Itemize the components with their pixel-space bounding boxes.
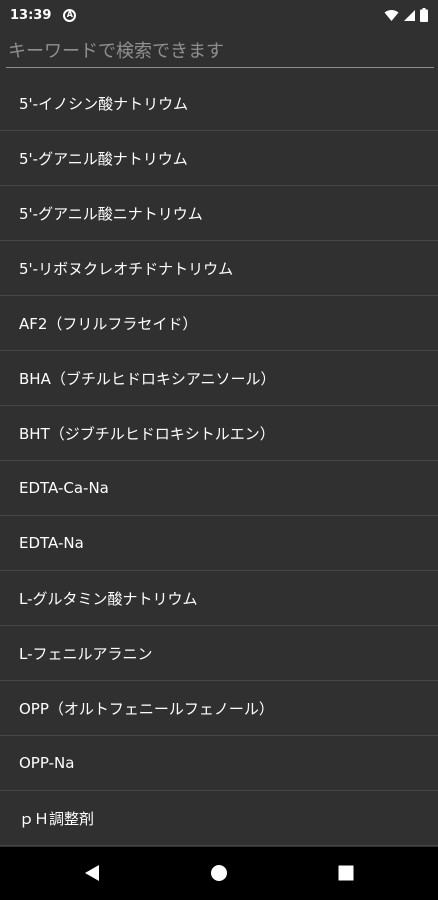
list-item[interactable]: BHA（ブチルヒドロキシアニソール） [0, 351, 438, 406]
list-item[interactable]: L-フェニルアラニン [0, 626, 438, 681]
additive-list[interactable]: 5'-イノシン酸ナトリウム 5'-グアニル酸ナトリウム 5'-グアニル酸ニナトリ… [0, 76, 438, 846]
recents-icon [338, 865, 354, 881]
notification-badge-icon: A [63, 8, 77, 22]
status-time: 13:39 [10, 7, 52, 23]
search-input[interactable] [6, 36, 434, 68]
list-item[interactable]: OPP（オルトフェニールフェノール） [0, 681, 438, 736]
list-item[interactable]: 5'-リボヌクレオチドナトリウム [0, 241, 438, 296]
list-item[interactable]: L-グルタミン酸ナトリウム [0, 571, 438, 626]
back-button[interactable] [80, 861, 104, 885]
list-item[interactable]: OPP-Na [0, 736, 438, 791]
list-item[interactable]: EDTA-Ca-Na [0, 461, 438, 516]
list-item[interactable]: ｐＨ調整剤 [0, 791, 438, 846]
recents-button[interactable] [334, 861, 358, 885]
list-item[interactable]: 5'-イノシン酸ナトリウム [0, 76, 438, 131]
back-icon [85, 865, 99, 881]
status-bar: 13:39 A [0, 0, 438, 30]
list-item[interactable]: AF2（フリルフラセイド） [0, 296, 438, 351]
list-item[interactable]: BHT（ジブチルヒドロキシトルエン） [0, 406, 438, 461]
home-icon [211, 865, 227, 881]
battery-icon [420, 8, 428, 22]
wifi-icon [384, 9, 399, 21]
navigation-bar [0, 847, 438, 900]
list-item[interactable]: 5'-グアニル酸ナトリウム [0, 131, 438, 186]
signal-icon [404, 9, 415, 21]
list-item[interactable]: EDTA-Na [0, 516, 438, 571]
status-icons [384, 8, 428, 22]
home-button[interactable] [207, 861, 231, 885]
list-item[interactable]: 5'-グアニル酸ニナトリウム [0, 186, 438, 241]
search-area [0, 30, 438, 76]
